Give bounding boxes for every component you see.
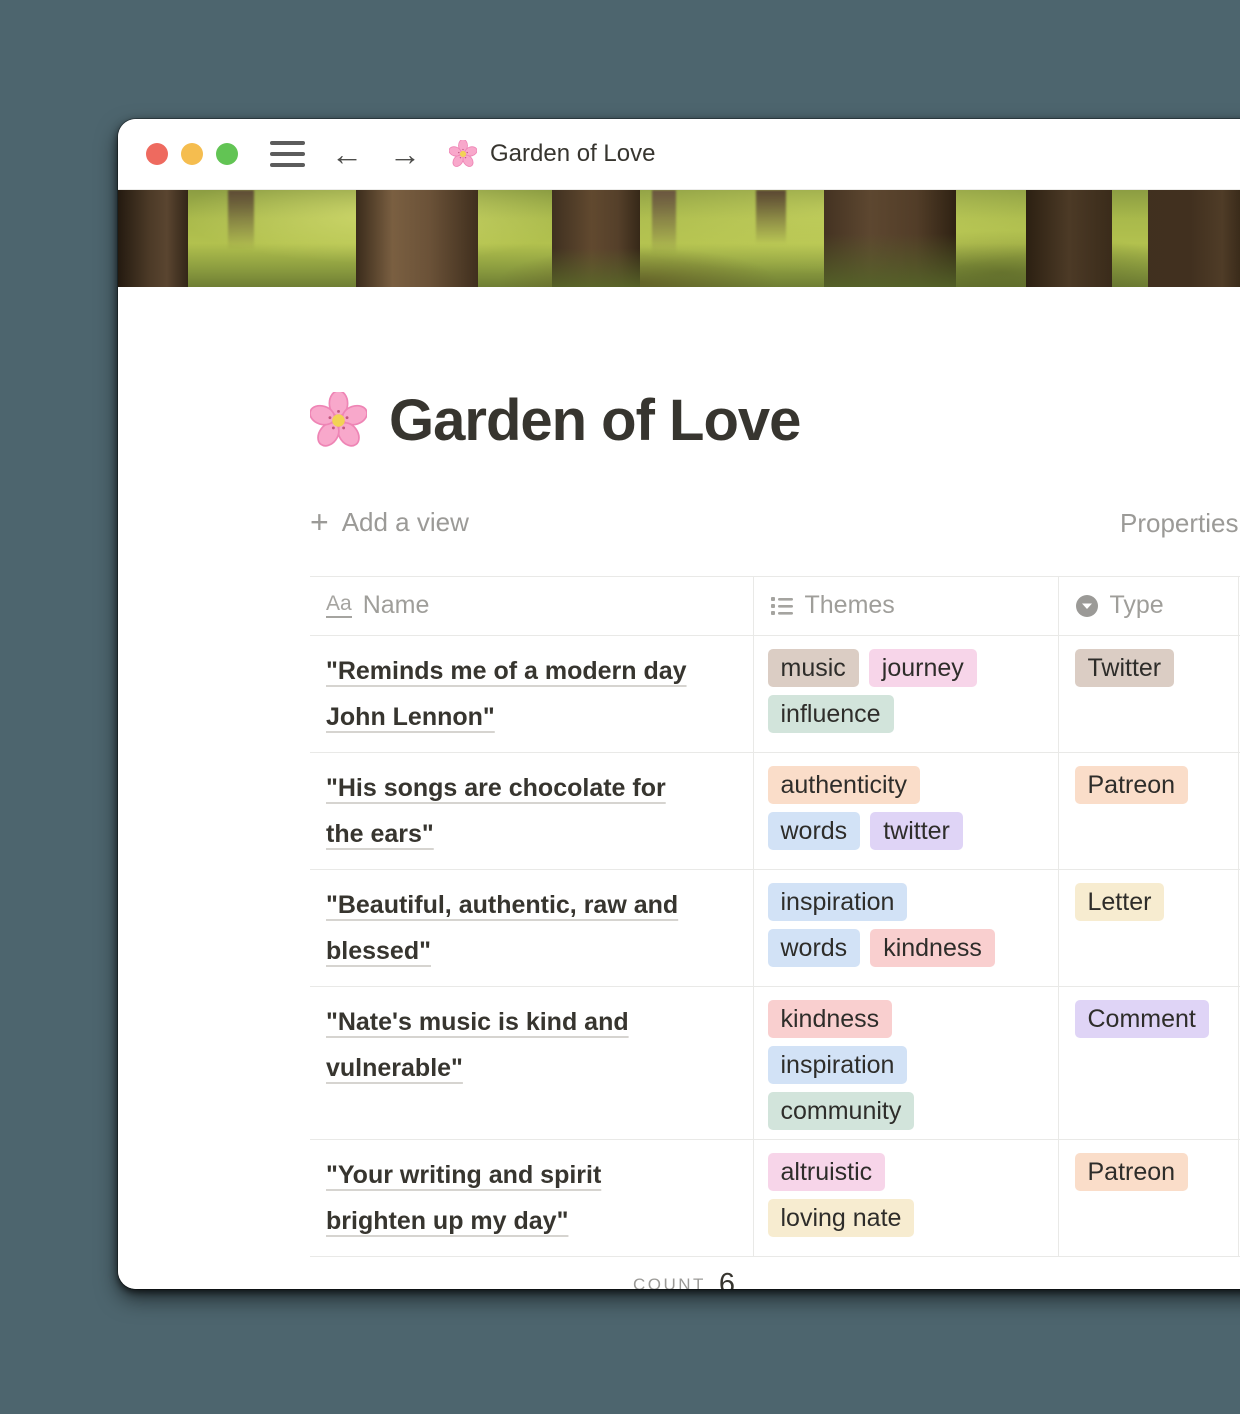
themes-cell[interactable]: altruistic loving nate (753, 1140, 1058, 1257)
close-button[interactable] (146, 143, 168, 165)
theme-tag: music (768, 649, 859, 687)
select-icon (1075, 594, 1099, 618)
forward-arrow-icon[interactable]: → (389, 138, 421, 170)
type-tag: Twitter (1075, 649, 1175, 687)
add-view-button[interactable]: + Add a view (310, 506, 469, 538)
theme-tag: kindness (768, 1000, 893, 1038)
cover-image (118, 190, 1240, 287)
theme-tag: journey (869, 649, 977, 687)
column-header-themes[interactable]: Themes (753, 577, 1058, 636)
name-cell[interactable]: "Beautiful, authentic, raw and blessed" (310, 870, 753, 987)
tree-trunk (652, 190, 676, 254)
menu-icon[interactable] (270, 141, 305, 167)
type-cell[interactable]: Letter (1058, 870, 1238, 987)
row-title[interactable]: "Your writing and spirit (326, 1161, 601, 1189)
table-header-row: Aa Name (310, 577, 1240, 636)
properties-button[interactable]: Properties (1120, 508, 1239, 539)
theme-tag: kindness (870, 929, 995, 967)
themes-cell[interactable]: kindness inspiration community (753, 987, 1058, 1140)
type-tag: Comment (1075, 1000, 1209, 1038)
type-tag: Patreon (1075, 1153, 1189, 1191)
table-footer[interactable]: COUNT 6 (118, 1257, 1240, 1289)
count-value: 6 (719, 1268, 735, 1289)
row-title[interactable]: "Nate's music is kind and (326, 1008, 629, 1036)
column-header-type[interactable]: Type (1058, 577, 1238, 636)
table-row[interactable]: "His songs are chocolate for the ears" au… (310, 753, 1240, 870)
count-label: COUNT (633, 1275, 706, 1290)
row-title[interactable]: "Reminds me of a modern day (326, 657, 687, 685)
type-tag: Patreon (1075, 766, 1189, 804)
tree-trunk (228, 190, 254, 250)
page-emoji-flower-icon[interactable] (310, 392, 367, 449)
tree-trunk (756, 190, 786, 244)
tree-trunk (118, 190, 188, 287)
theme-tag: influence (768, 695, 894, 733)
zoom-button[interactable] (216, 143, 238, 165)
type-cell[interactable]: Comment (1058, 987, 1238, 1140)
table-row[interactable]: "Reminds me of a modern dayJohn Lennon" … (310, 636, 1240, 753)
multi-select-icon (770, 594, 794, 618)
themes-cell[interactable]: inspiration wordskindness (753, 870, 1058, 987)
theme-tag: words (768, 929, 861, 967)
desktop-background: { "titlebar": { "title": "Garden of Love… (0, 0, 1240, 1414)
database-table: Aa Name (310, 576, 1240, 1257)
type-cell[interactable]: Twitter (1058, 636, 1238, 753)
theme-tag: altruistic (768, 1153, 886, 1191)
page-content: Garden of Love + Add a view Properties A… (118, 387, 1240, 1289)
theme-tag: inspiration (768, 1046, 908, 1084)
name-cell[interactable]: "Nate's music is kind and vulnerable" (310, 987, 753, 1140)
traffic-lights (146, 143, 238, 165)
table-row[interactable]: "Beautiful, authentic, raw and blessed" i… (310, 870, 1240, 987)
tree-trunk (552, 190, 640, 287)
row-title[interactable]: blessed" (326, 937, 431, 965)
theme-tag: loving nate (768, 1199, 915, 1237)
window-title: Garden of Love (490, 140, 655, 168)
row-title[interactable]: the ears" (326, 820, 434, 848)
back-arrow-icon[interactable]: ← (331, 138, 363, 170)
row-title[interactable]: vulnerable" (326, 1054, 463, 1082)
table-row[interactable]: "Nate's music is kind and vulnerable" kin… (310, 987, 1240, 1140)
tree-trunk (824, 190, 956, 287)
theme-tag: authenticity (768, 766, 920, 804)
name-cell[interactable]: "His songs are chocolate for the ears" (310, 753, 753, 870)
type-tag: Letter (1075, 883, 1165, 921)
themes-cell[interactable]: authenticity wordstwitter (753, 753, 1058, 870)
flower-icon (449, 140, 477, 168)
type-cell[interactable]: Patreon (1058, 753, 1238, 870)
themes-cell[interactable]: music journey influence (753, 636, 1058, 753)
row-title[interactable]: "His songs are chocolate for (326, 774, 666, 802)
theme-tag: twitter (870, 812, 963, 850)
minimize-button[interactable] (181, 143, 203, 165)
row-title[interactable]: John Lennon" (326, 703, 495, 731)
app-window: ← → Garden of Love Garden of Love + Add … (118, 119, 1240, 1289)
title-property-icon: Aa (326, 593, 352, 618)
page-title: Garden of Love (389, 387, 800, 454)
window-titlebar: ← → Garden of Love (118, 119, 1240, 190)
row-title[interactable]: "Beautiful, authentic, raw and (326, 891, 678, 919)
type-cell[interactable]: Patreon (1058, 1140, 1238, 1257)
name-cell[interactable]: "Reminds me of a modern day John Lennon" (310, 636, 753, 753)
plus-icon: + (310, 506, 329, 538)
row-title[interactable]: brighten up my day" (326, 1207, 568, 1235)
tree-trunk (356, 190, 478, 287)
name-cell[interactable]: "Your writing and spirit brighten up my d… (310, 1140, 753, 1257)
tree-trunk (1148, 190, 1240, 287)
theme-tag: inspiration (768, 883, 908, 921)
table-row[interactable]: "Your writing and spirit brighten up my d… (310, 1140, 1240, 1257)
column-header-name[interactable]: Aa Name (310, 577, 753, 636)
theme-tag: community (768, 1092, 915, 1130)
theme-tag: words (768, 812, 861, 850)
tree-trunk (1026, 190, 1112, 287)
